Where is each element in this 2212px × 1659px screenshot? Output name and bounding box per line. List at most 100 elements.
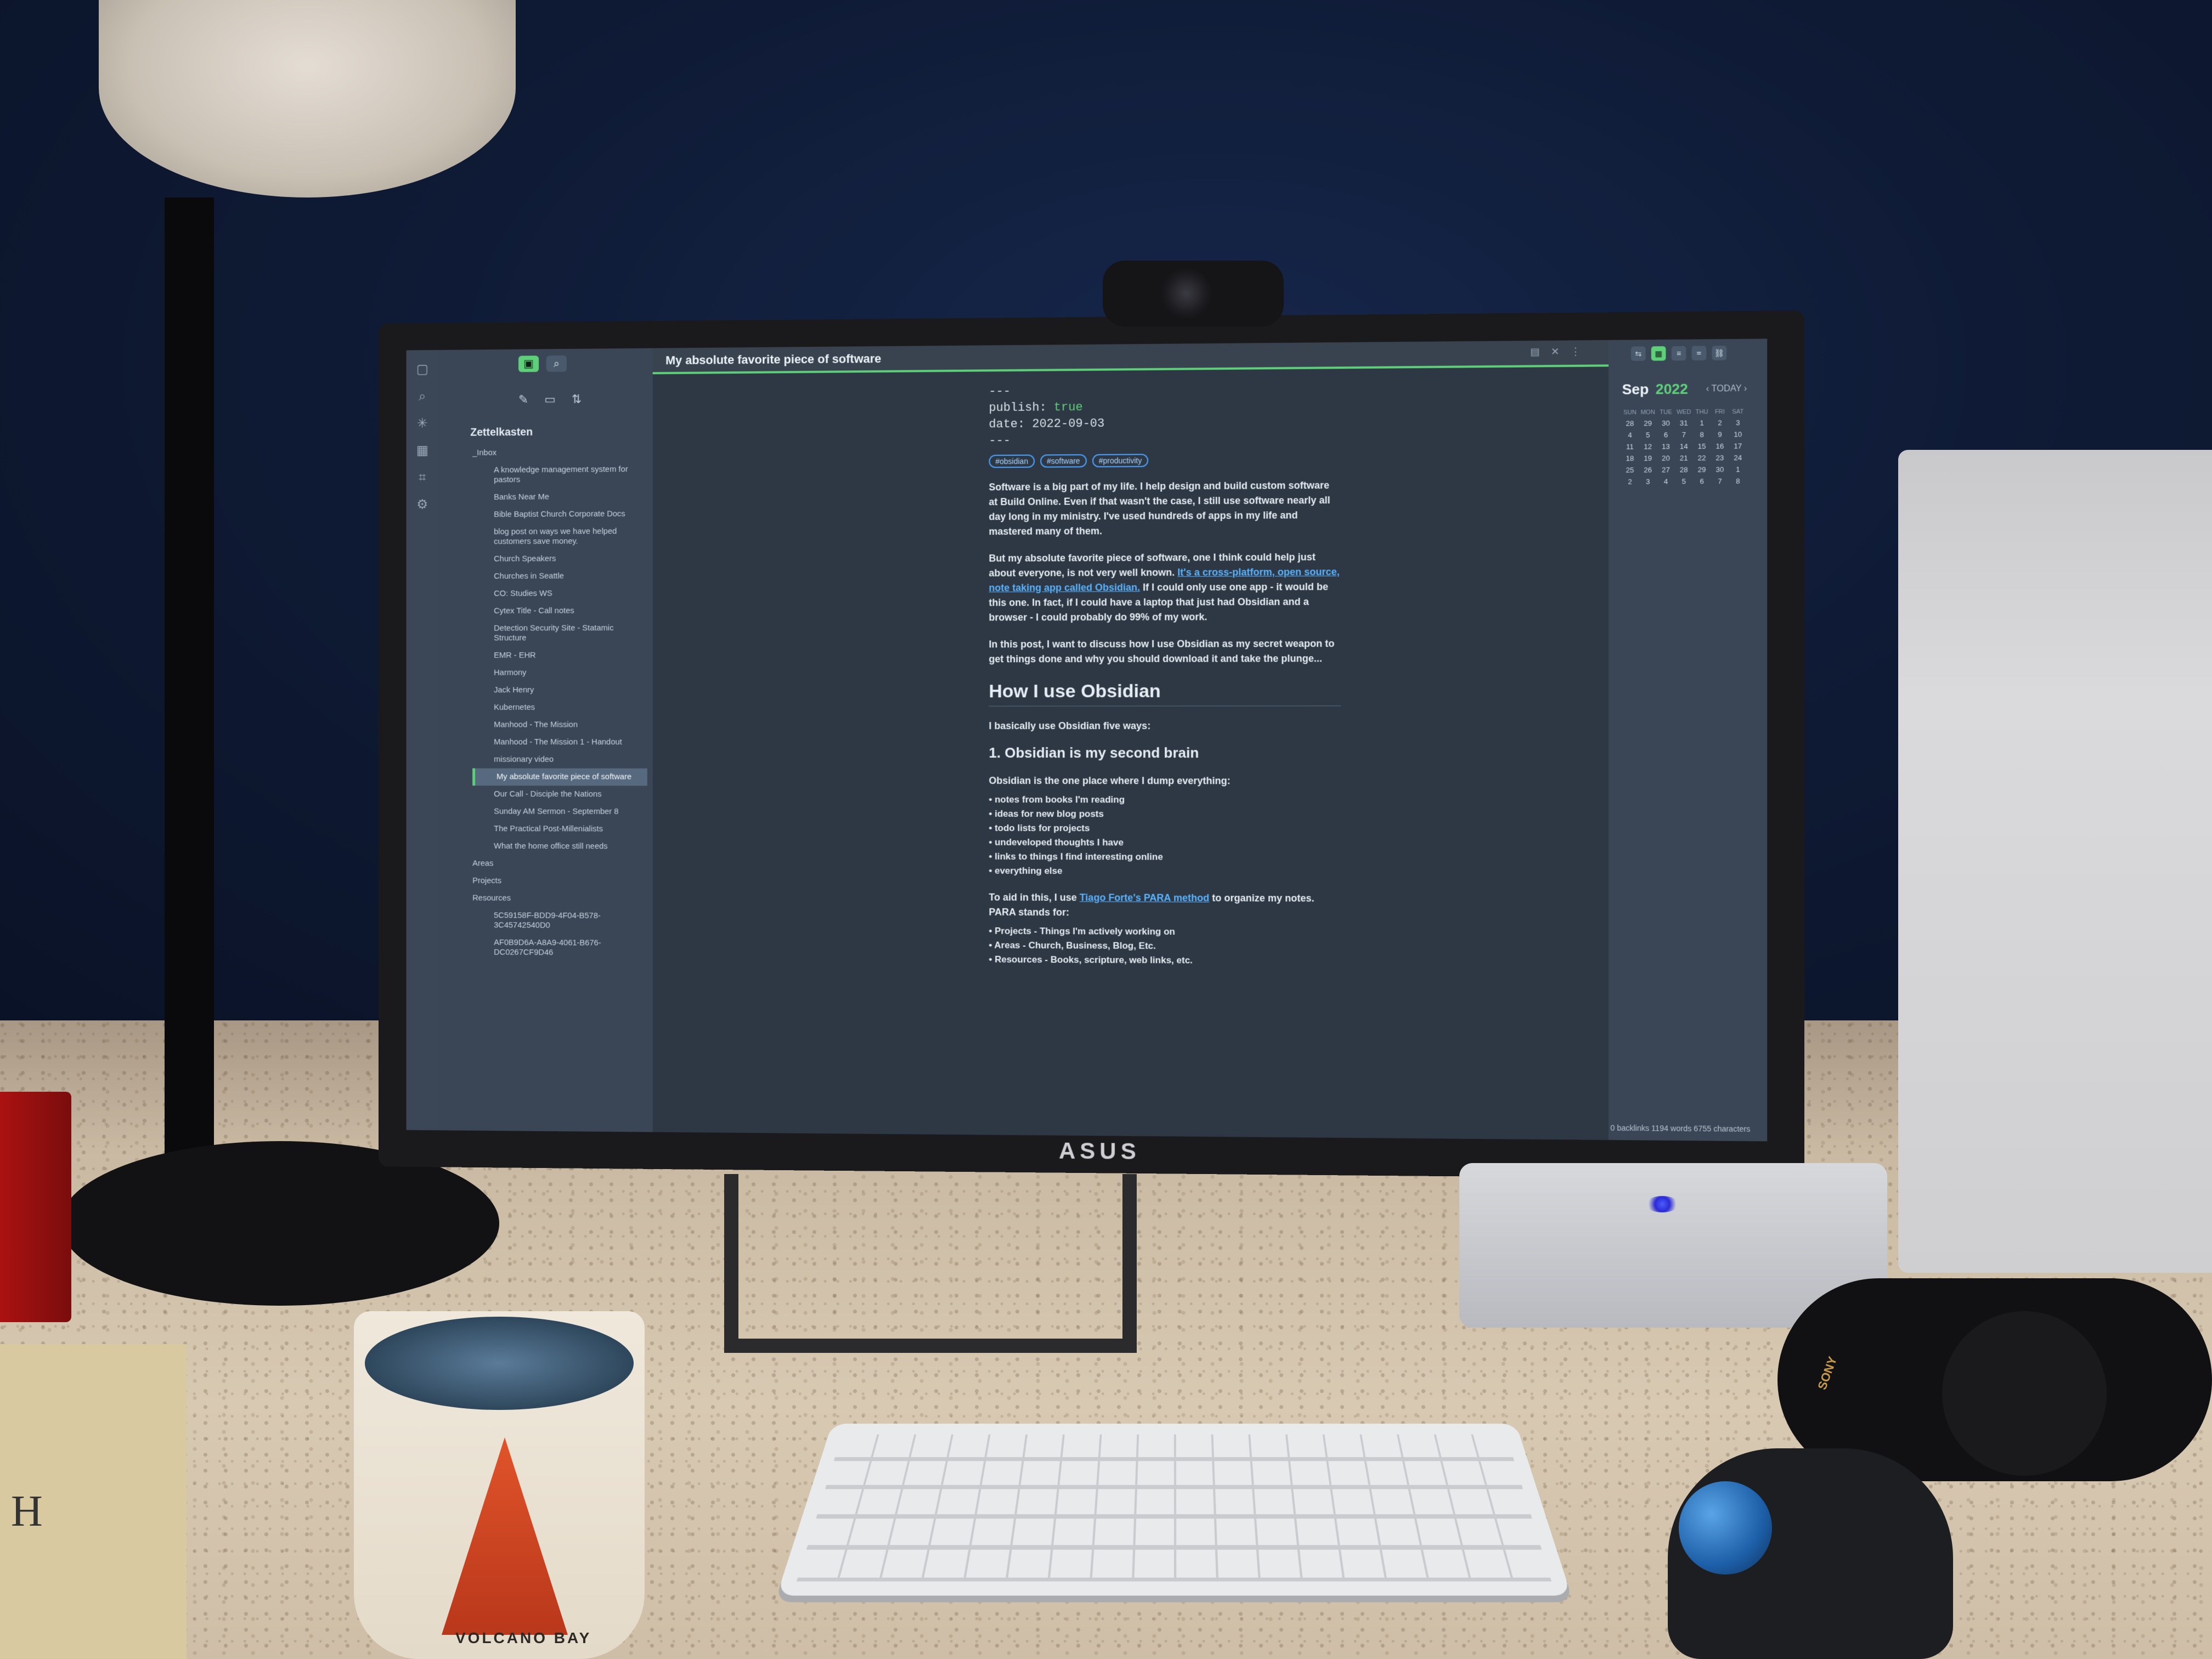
file-item[interactable]: Cytex Title - Call notes <box>472 602 647 620</box>
files-icon[interactable]: ▢ <box>415 362 430 377</box>
file-item[interactable]: Manhood - The Mission 1 - Handout <box>472 733 647 751</box>
calendar-day[interactable]: 28 <box>1622 419 1638 427</box>
file-item[interactable]: Manhood - The Mission <box>472 716 647 733</box>
folder-icon[interactable]: ▣ <box>518 356 539 373</box>
chevron-left-icon[interactable]: ‹ <box>1706 384 1709 393</box>
calendar-day[interactable]: 6 <box>1694 477 1710 486</box>
new-note-icon[interactable]: ✎ <box>518 393 528 407</box>
calendar-day[interactable]: 10 <box>1730 430 1746 438</box>
folder-item[interactable]: _Inbox <box>472 443 647 462</box>
calendar-day[interactable]: 3 <box>1730 419 1746 427</box>
calendar-day[interactable]: 5 <box>1640 431 1656 439</box>
tag-pill[interactable]: #obsidian <box>989 454 1035 468</box>
search-icon[interactable]: ⌕ <box>546 355 567 372</box>
calendar-day[interactable]: 29 <box>1640 419 1656 427</box>
file-item[interactable]: Sunday AM Sermon - September 8 <box>472 803 647 821</box>
calendar-day[interactable]: 20 <box>1658 454 1674 462</box>
calendar-day[interactable]: 14 <box>1676 442 1692 450</box>
new-folder-icon[interactable]: ▭ <box>544 392 555 407</box>
para-method-link[interactable]: Tiago Forte's PARA method <box>1080 892 1209 904</box>
tags-icon[interactable]: ⌗ <box>1691 346 1707 361</box>
calendar-day[interactable]: 21 <box>1676 454 1692 462</box>
paragraph: I basically use Obsidian five ways: <box>989 720 1151 732</box>
backlinks-icon[interactable]: ⇆ <box>1630 346 1646 361</box>
calendar-day[interactable]: 28 <box>1676 465 1692 474</box>
folder-item[interactable]: Resources <box>472 890 647 908</box>
reading-view-icon[interactable]: ▤ <box>1530 346 1551 358</box>
calendar-day[interactable]: 4 <box>1658 477 1674 486</box>
more-options-icon[interactable]: ⋮ <box>1571 346 1592 357</box>
calendar-icon[interactable]: ▦ <box>1651 346 1666 361</box>
file-item[interactable]: Kubernetes <box>472 699 647 716</box>
file-item[interactable]: 5C59158F-BDD9-4F04-B578-3C45742540D0 <box>472 907 647 935</box>
calendar-day[interactable]: 26 <box>1640 466 1656 474</box>
file-item[interactable]: Our Call - Disciple the Nations <box>472 786 647 803</box>
file-item[interactable]: Churches in Seattle <box>472 567 647 585</box>
tag-pill[interactable]: #software <box>1040 454 1087 468</box>
file-item[interactable]: missionary video <box>472 751 647 769</box>
file-item[interactable]: AF0B9D6A-A8A9-4061-B676-DC0267CF9D46 <box>472 934 647 962</box>
calendar-day[interactable]: 1 <box>1730 465 1746 473</box>
calendar-day[interactable]: 5 <box>1676 477 1692 486</box>
calendar-day[interactable]: 8 <box>1730 477 1746 485</box>
calendar-day[interactable]: 15 <box>1694 442 1710 450</box>
chevron-right-icon[interactable]: › <box>1744 383 1747 393</box>
calendar-icon[interactable]: ▦ <box>415 443 430 459</box>
file-item[interactable]: What the home office still needs <box>472 838 647 855</box>
folder-item[interactable]: Areas <box>472 855 647 872</box>
calendar-day[interactable]: 30 <box>1658 419 1674 427</box>
calendar-day[interactable]: 22 <box>1694 454 1710 462</box>
calendar-day[interactable]: 19 <box>1640 454 1656 462</box>
calendar-day[interactable]: 2 <box>1712 419 1728 427</box>
calendar-day[interactable]: 6 <box>1658 431 1674 439</box>
outline-icon[interactable]: ≡ <box>1671 346 1686 361</box>
calendar-day[interactable]: 1 <box>1694 419 1710 427</box>
calendar-day[interactable]: 13 <box>1658 442 1674 450</box>
settings-icon[interactable]: ⚙ <box>415 497 430 512</box>
vault-name[interactable]: Zettelkasten <box>470 425 652 439</box>
file-item[interactable]: EMR - EHR <box>472 647 647 664</box>
folder-item[interactable]: Projects <box>472 872 647 890</box>
file-item[interactable]: Bible Baptist Church Corporate Docs <box>472 505 647 523</box>
tag-icon[interactable]: ⌗ <box>415 470 430 486</box>
calendar-day[interactable]: 8 <box>1694 430 1710 439</box>
calendar-day[interactable]: 7 <box>1676 431 1692 439</box>
file-item[interactable]: Banks Near Me <box>472 488 647 506</box>
graph-icon[interactable]: ✳ <box>415 416 430 431</box>
close-icon[interactable]: ✕ <box>1551 346 1571 357</box>
calendar-day[interactable]: 18 <box>1622 454 1638 462</box>
calendar-day[interactable]: 30 <box>1712 465 1728 473</box>
calendar-day[interactable]: 12 <box>1640 442 1656 450</box>
calendar-day[interactable]: 11 <box>1622 443 1638 451</box>
tab-title[interactable]: My absolute favorite piece of software <box>665 352 881 368</box>
file-item[interactable]: CO: Studies WS <box>472 585 647 603</box>
file-item[interactable]: A knowledge management system for pastor… <box>472 461 647 489</box>
webcam <box>1103 261 1284 326</box>
file-item[interactable]: The Practical Post-Millenialists <box>472 820 647 838</box>
calendar-day[interactable]: 31 <box>1676 419 1692 427</box>
links-icon[interactable]: ⛓ <box>1712 346 1727 360</box>
calendar-day[interactable]: 9 <box>1712 430 1728 438</box>
note-content[interactable]: --- publish: true date: 2022-09-03 --- #… <box>989 381 1341 968</box>
calendar-day[interactable]: 16 <box>1712 442 1728 450</box>
today-button[interactable]: TODAY <box>1712 383 1742 393</box>
calendar-day[interactable]: 4 <box>1622 431 1638 439</box>
calendar-day[interactable]: 17 <box>1730 442 1746 450</box>
sort-icon[interactable]: ⇅ <box>572 392 582 407</box>
calendar-day[interactable]: 25 <box>1622 466 1638 474</box>
file-item[interactable]: Harmony <box>472 664 647 681</box>
tag-pill[interactable]: #productivity <box>1092 454 1149 467</box>
file-item[interactable]: Church Speakers <box>472 550 647 568</box>
calendar-day[interactable]: 7 <box>1712 477 1728 485</box>
calendar-day[interactable]: 24 <box>1730 454 1746 462</box>
file-item[interactable]: Jack Henry <box>472 681 647 699</box>
calendar-day[interactable]: 27 <box>1658 466 1674 474</box>
file-item[interactable]: Detection Security Site - Statamic Struc… <box>472 619 647 647</box>
calendar-day[interactable]: 3 <box>1640 477 1656 486</box>
calendar-day[interactable]: 2 <box>1622 477 1638 486</box>
file-item[interactable]: My absolute favorite piece of software <box>472 768 647 786</box>
calendar-day[interactable]: 29 <box>1694 465 1710 473</box>
file-item[interactable]: blog post on ways we have helped custome… <box>472 523 647 551</box>
calendar-day[interactable]: 23 <box>1712 454 1728 462</box>
search-icon[interactable]: ⌕ <box>415 389 430 404</box>
